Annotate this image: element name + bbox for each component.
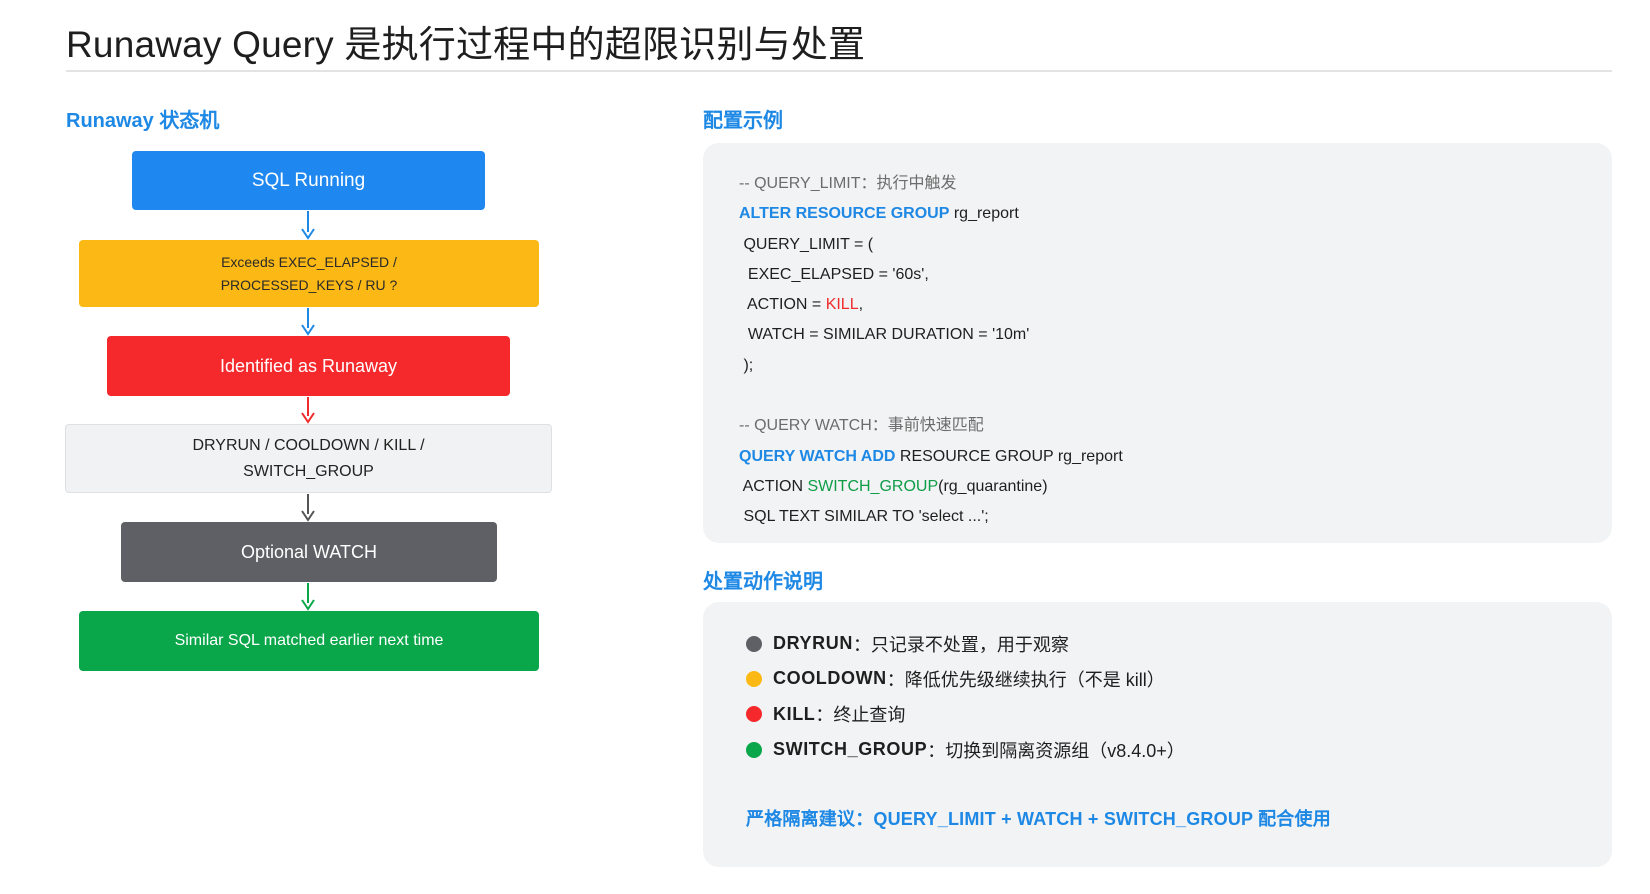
code-token: KILL (825, 296, 859, 314)
actions-heading: 处置动作说明 (703, 571, 823, 593)
dot-icon (746, 635, 762, 652)
action-desc: ：降低优先级继续执行（不是 kill） (886, 669, 1165, 690)
code-token: rg_report (949, 205, 1019, 223)
recommendation-note: 严格隔离建议：QUERY_LIMIT + WATCH + SWITCH_GROU… (746, 809, 1331, 829)
flow-arrows (301, 211, 315, 611)
config-heading: 配置示例 (703, 110, 783, 132)
code-token: QUERY WATCH ADD (739, 447, 896, 465)
code-line: ALTER RESOURCE GROUP rg_report (739, 199, 1123, 229)
code-token: (rg_quarantine) (938, 477, 1048, 495)
action-desc: ：切换到隔离资源组（v8.4.0+） (927, 740, 1185, 761)
code-line: EXEC_ELAPSED = '60s', (739, 260, 1123, 290)
action-item-cooldown: COOLDOWN ：降低优先级继续执行（不是 kill） (746, 661, 1185, 696)
code-token: ACTION = (739, 296, 826, 314)
action-item-dryrun: DRYRUN ：只记录不处置，用于观察 (746, 626, 1185, 661)
action-desc: ：终止查询 (815, 705, 906, 726)
code-token: , (858, 296, 864, 314)
action-name: KILL (773, 703, 816, 724)
code-token: SWITCH_GROUP (807, 477, 939, 495)
page: Runaway Query 是执行过程中的超限识别与处置 Runaway 状态机… (0, 0, 1650, 894)
code-line: -- QUERY WATCH：事前快速匹配 (739, 411, 1123, 441)
code-token: -- QUERY WATCH：事前快速匹配 (739, 417, 984, 435)
code-line: ); (739, 351, 1123, 381)
dot-icon (746, 741, 762, 758)
code-line: ACTION = KILL, (739, 290, 1123, 320)
code-token: ); (739, 356, 754, 374)
code-line: QUERY WATCH ADD RESOURCE GROUP rg_report (739, 442, 1123, 472)
action-item-switch-group: SWITCH_GROUP ：切换到隔离资源组（v8.4.0+） (746, 732, 1185, 767)
action-desc: ：只记录不处置，用于观察 (852, 634, 1069, 655)
code-line: ACTION SWITCH_GROUP(rg_quarantine) (739, 472, 1123, 502)
code-token: EXEC_ELAPSED = '60s', (739, 265, 929, 283)
code-token: RESOURCE GROUP rg_report (895, 447, 1123, 465)
code-block: -- QUERY_LIMIT：执行中触发 ALTER RESOURCE GROUP… (739, 169, 1123, 533)
action-item-kill: KILL ：终止查询 (746, 697, 1185, 732)
code-token: SQL TEXT SIMILAR TO 'select ...'; (739, 508, 989, 526)
code-line: QUERY_LIMIT = ( (739, 230, 1123, 260)
code-token: ACTION (739, 477, 808, 495)
code-token: WATCH = SIMILAR DURATION = '10m' (739, 326, 1030, 344)
code-token: QUERY_LIMIT = ( (739, 235, 874, 253)
code-line: WATCH = SIMILAR DURATION = '10m' (739, 320, 1123, 350)
action-name: COOLDOWN (773, 668, 887, 689)
action-name: SWITCH_GROUP (773, 739, 928, 760)
action-list: DRYRUN ：只记录不处置，用于观察 COOLDOWN ：降低优先级继续执行（… (746, 626, 1185, 767)
code-token: -- QUERY_LIMIT：执行中触发 (739, 175, 957, 192)
code-line: -- QUERY_LIMIT：执行中触发 (739, 169, 1123, 199)
code-token: ALTER RESOURCE GROUP (739, 205, 950, 223)
dot-icon (746, 670, 762, 687)
action-name: DRYRUN (773, 633, 853, 654)
code-line: SQL TEXT SIMILAR TO 'select ...'; (739, 502, 1123, 532)
dot-icon (746, 706, 762, 723)
